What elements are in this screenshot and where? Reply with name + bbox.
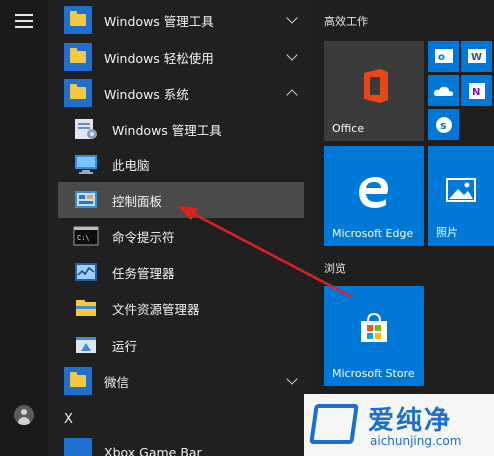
tile-microsoft-edge[interactable]: Microsoft Edge [324, 146, 424, 246]
svg-text:W: W [471, 52, 482, 63]
app-command-prompt[interactable]: C:\ 命令提示符 [48, 218, 310, 254]
tile-onedrive[interactable] [428, 75, 459, 106]
folder-icon [64, 6, 92, 34]
app-label: 此电脑 [112, 157, 150, 173]
folder-icon [64, 43, 92, 71]
tile-onenote[interactable]: N [461, 75, 492, 106]
edge-icon [359, 177, 389, 208]
cmd-icon: C:\ [72, 222, 100, 250]
store-icon [361, 312, 387, 342]
tile-microsoft-store[interactable]: Microsoft Store [324, 286, 424, 386]
xbox-icon [64, 438, 92, 456]
watermark-title: 爱纯净 [368, 406, 453, 436]
onenote-icon: N [469, 83, 485, 99]
cloud-icon [433, 86, 454, 96]
group-label: Windows 管理工具 [104, 13, 214, 29]
app-control-panel[interactable]: 控制面板 [58, 182, 304, 218]
app-label: Windows 管理工具 [112, 122, 222, 138]
app-label: 文件资源管理器 [112, 301, 200, 317]
folder-icon [64, 367, 92, 395]
user-avatar-icon[interactable] [14, 405, 34, 425]
control-panel-icon [72, 186, 100, 214]
photos-icon [446, 178, 476, 202]
outlook-icon: o [435, 49, 453, 63]
chevron-up-icon [286, 89, 298, 101]
app-file-explorer[interactable]: 文件资源管理器 [48, 290, 310, 326]
this-pc-icon [72, 150, 100, 178]
group-label: 微信 [104, 374, 130, 390]
section-title-browse: 浏览 [324, 262, 346, 275]
watermark-url: aichunjing.com [370, 434, 462, 448]
app-list: Windows 管理工具 Windows 轻松使用 Windows 系统 Win… [48, 0, 310, 456]
watermark-logo-icon [309, 404, 359, 444]
chevron-down-icon [286, 12, 298, 24]
app-this-pc[interactable]: 此电脑 [48, 146, 310, 182]
folder-icon [64, 79, 92, 107]
tile-outlook[interactable]: o [428, 41, 459, 72]
tile-label: Microsoft Edge [332, 227, 414, 240]
tile-photos[interactable]: 照片 [428, 146, 494, 246]
chevron-down-icon [286, 373, 298, 385]
app-task-manager[interactable]: 任务管理器 [48, 254, 310, 290]
task-manager-icon [72, 258, 100, 286]
letter-header-x[interactable]: X [64, 412, 73, 427]
svg-text:s: s [440, 119, 447, 132]
hamburger-menu-icon[interactable] [15, 14, 33, 28]
group-windows-system[interactable]: Windows 系统 [48, 75, 310, 111]
section-title-productivity: 高效工作 [324, 15, 368, 28]
app-label: 任务管理器 [112, 265, 175, 281]
svg-text:C:\: C:\ [77, 234, 90, 242]
run-icon [72, 331, 100, 359]
group-wechat[interactable]: 微信 [48, 363, 310, 399]
svg-text:N: N [472, 87, 480, 98]
group-windows-admin-tools[interactable]: Windows 管理工具 [48, 2, 310, 38]
app-label: 控制面板 [112, 193, 163, 209]
tile-label: Office [332, 122, 365, 135]
app-label: Xbox Game Bar [104, 444, 202, 456]
group-windows-ease-of-access[interactable]: Windows 轻松使用 [48, 39, 310, 75]
app-label: 运行 [112, 338, 138, 354]
file-explorer-icon [72, 294, 100, 322]
tile-skype[interactable]: s [428, 109, 459, 140]
tile-label: Microsoft Store [332, 367, 415, 380]
watermark: 爱纯净 aichunjing.com [304, 394, 494, 456]
left-rail [0, 0, 48, 456]
word-icon: W [468, 49, 486, 63]
group-label: Windows 轻松使用 [104, 50, 214, 66]
tile-word[interactable]: W [461, 41, 492, 72]
group-label: Windows 系统 [104, 86, 189, 102]
tile-office[interactable]: Office [324, 41, 424, 141]
skype-icon: s [436, 117, 452, 133]
app-run[interactable]: 运行 [48, 327, 310, 363]
app-xbox-game-bar[interactable]: Xbox Game Bar [48, 434, 310, 456]
tiles-panel: 高效工作 Office o W N s Microsoft Edge 照片 浏览 [310, 0, 494, 456]
office-icon [364, 69, 388, 103]
admin-tools-icon [72, 115, 100, 143]
tile-label: 照片 [436, 226, 458, 239]
app-windows-admin-tools[interactable]: Windows 管理工具 [48, 111, 310, 147]
svg-text:o: o [438, 52, 445, 63]
app-label: 命令提示符 [112, 229, 175, 245]
chevron-down-icon [286, 49, 298, 61]
